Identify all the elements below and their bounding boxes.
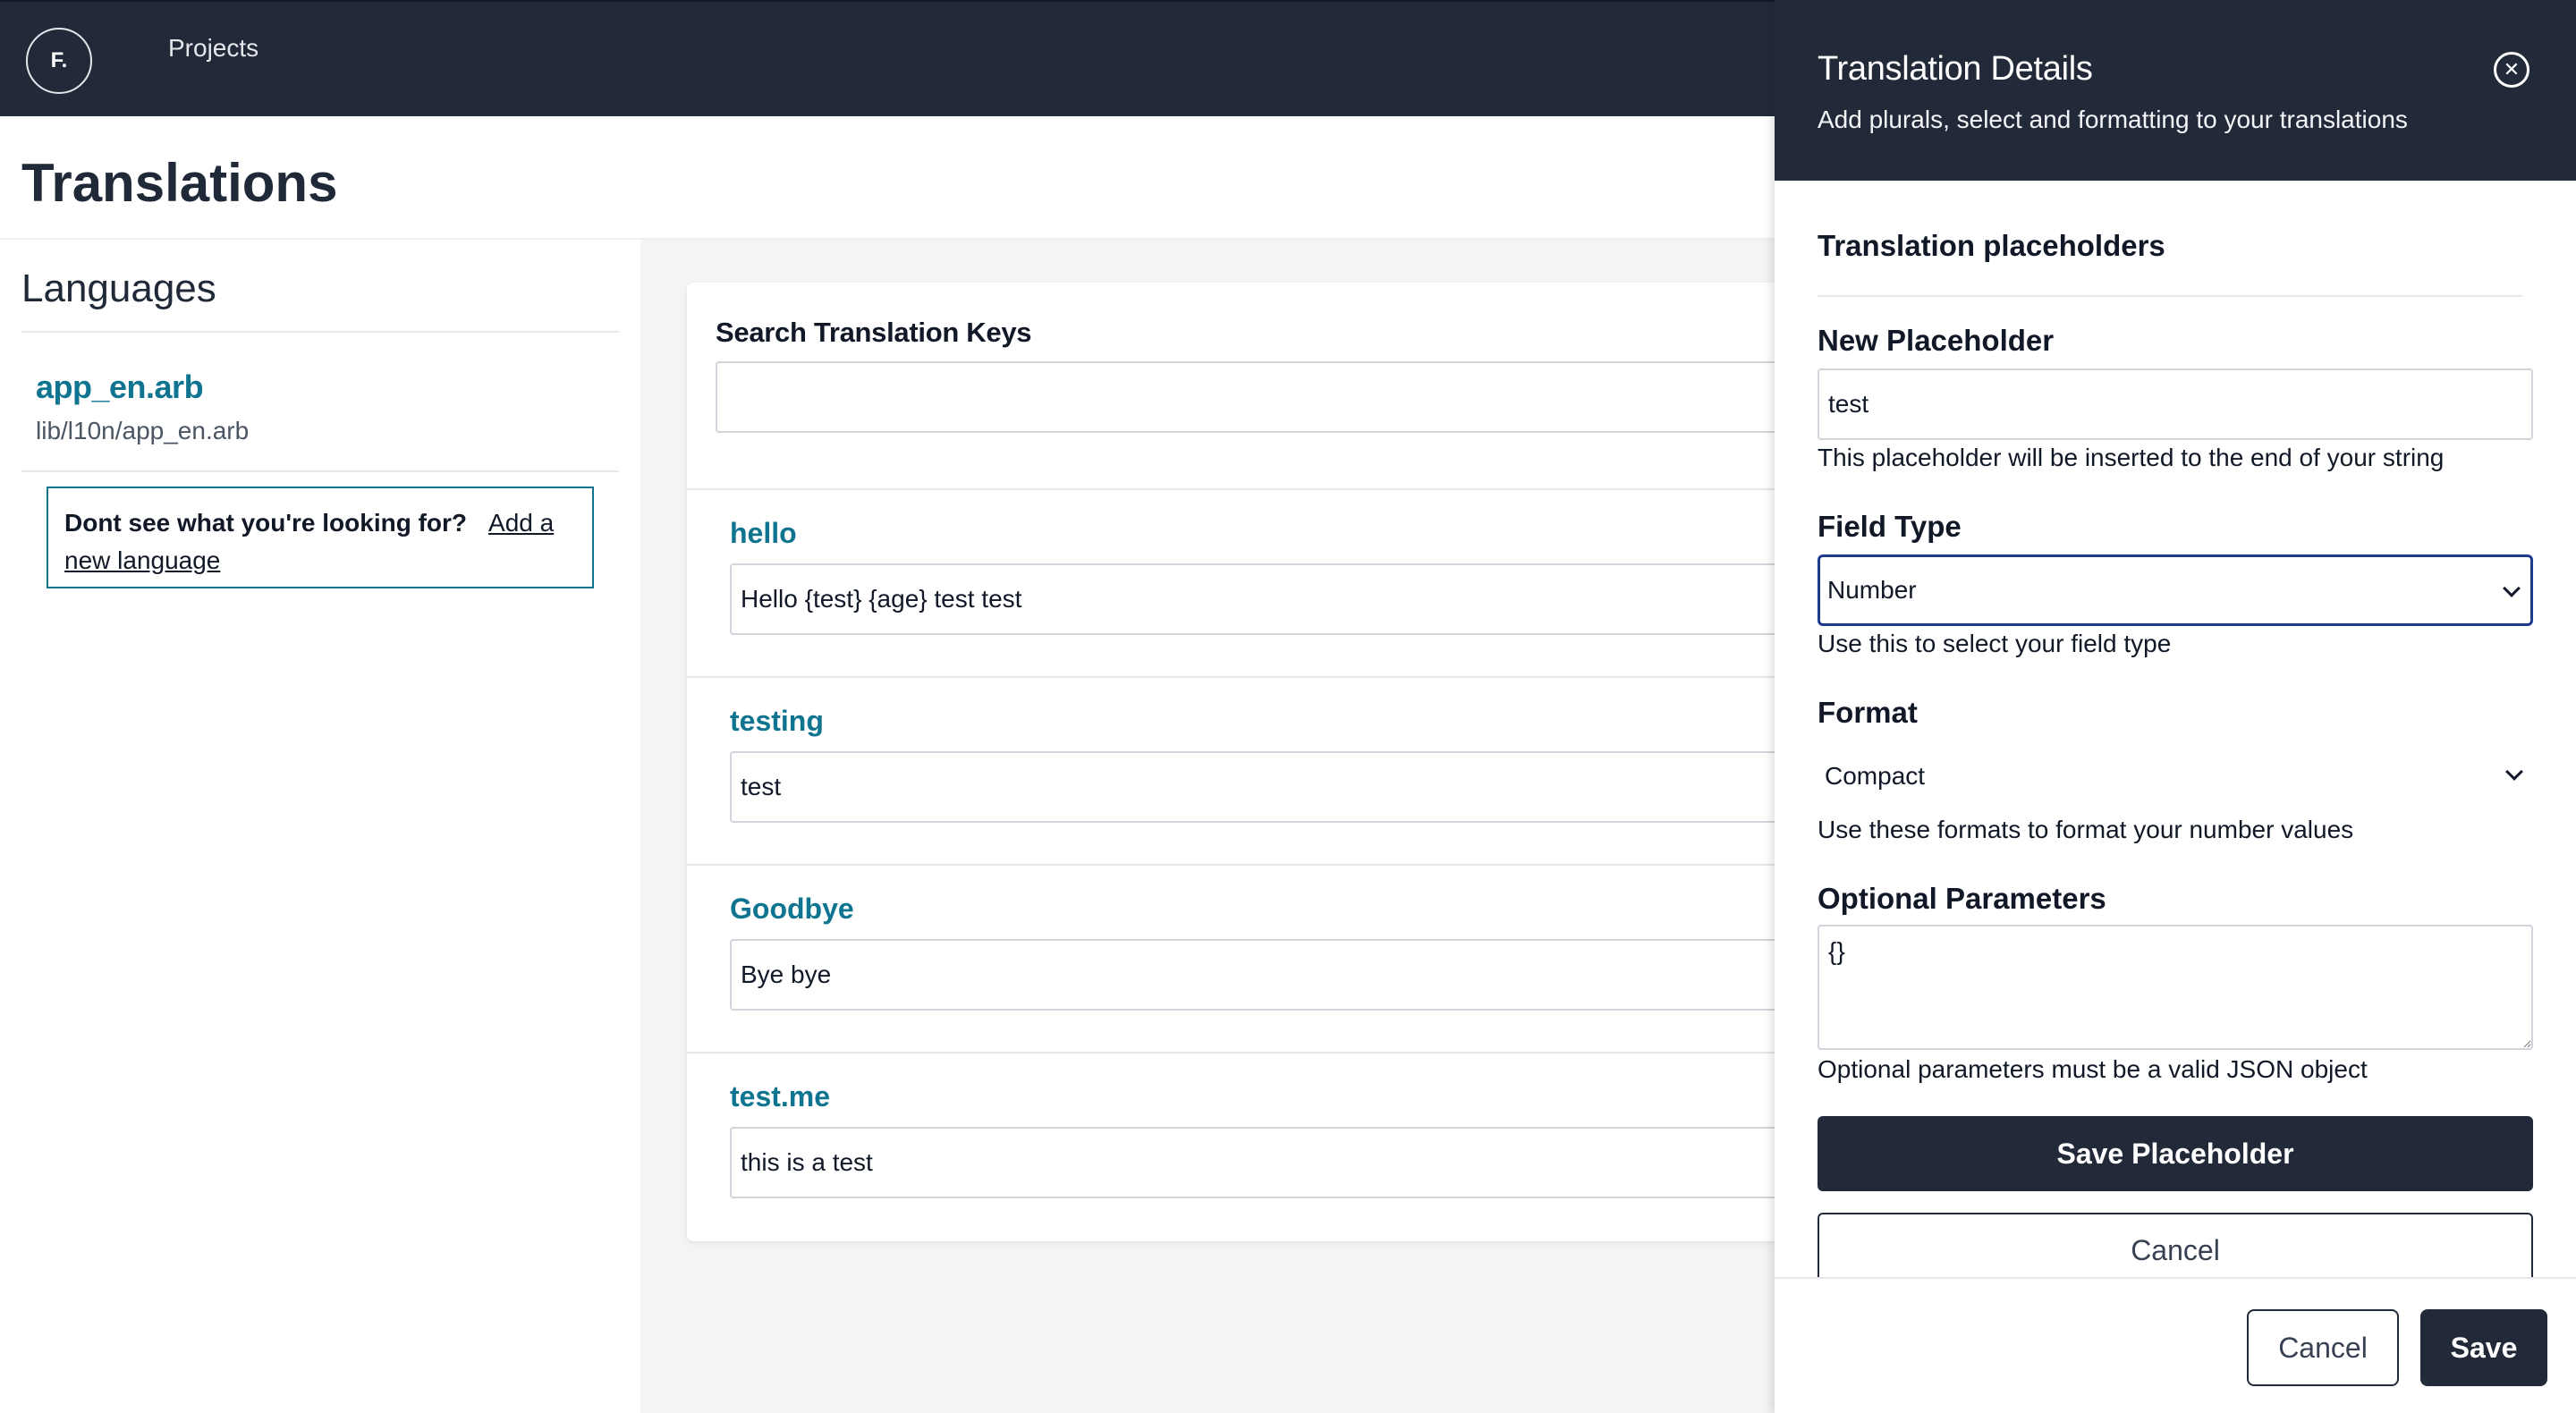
add-language-callout: Dont see what you're looking for? Add a n…: [47, 487, 594, 588]
translations-card: Search Translation Keys hello Hello {tes…: [687, 283, 1775, 1241]
translation-value-input[interactable]: Bye bye: [730, 939, 1775, 1011]
main-content: Search Translation Keys hello Hello {tes…: [640, 240, 1775, 1413]
sidebar-title: Languages: [21, 267, 216, 310]
page-title: Translations: [21, 153, 338, 213]
format-label: Format: [1818, 696, 1918, 729]
divider: [687, 864, 1775, 866]
optional-parameters-textarea[interactable]: {}: [1818, 925, 2533, 1050]
field-type-select[interactable]: Number: [1818, 554, 2533, 626]
panel-footer: Cancel Save: [1775, 1277, 2576, 1413]
panel-subtitle: Add plurals, select and formatting to yo…: [1818, 106, 2408, 133]
logo[interactable]: F.: [26, 28, 92, 94]
new-placeholder-input[interactable]: [1818, 368, 2533, 440]
divider: [21, 331, 619, 333]
search-input[interactable]: [716, 361, 1775, 433]
cancel-button[interactable]: Cancel: [2247, 1309, 2399, 1386]
format-help: Use these formats to format your number …: [1818, 816, 2354, 843]
page-header: Translations: [0, 116, 1775, 240]
chevron-down-icon: [2503, 580, 2521, 597]
search-label: Search Translation Keys: [716, 317, 1032, 348]
translation-value-input[interactable]: test: [730, 751, 1775, 823]
format-select[interactable]: Compact: [1818, 740, 2533, 812]
format-value: Compact: [1825, 762, 1926, 790]
top-navbar: F. Projects: [0, 0, 1775, 116]
panel-header: Translation Details Add plurals, select …: [1775, 0, 2576, 181]
add-language-question: Dont see what you're looking for?: [64, 509, 468, 537]
divider: [687, 488, 1775, 490]
field-type-label: Field Type: [1818, 510, 1962, 543]
translation-key-label: hello: [730, 517, 797, 549]
translation-key-label: testing: [730, 705, 824, 737]
translation-details-panel: Translation Details Add plurals, select …: [1775, 0, 2576, 1413]
divider: [687, 1052, 1775, 1053]
close-icon[interactable]: ✕: [2494, 52, 2529, 88]
new-placeholder-label: New Placeholder: [1818, 324, 2055, 357]
translation-value-input[interactable]: this is a test: [730, 1127, 1775, 1198]
divider: [21, 470, 619, 472]
language-item-name[interactable]: app_en.arb: [36, 368, 204, 406]
optional-parameters-help: Optional parameters must be a valid JSON…: [1818, 1055, 2368, 1083]
language-item-path: lib/l10n/app_en.arb: [36, 417, 250, 444]
optional-parameters-label: Optional Parameters: [1818, 882, 2106, 915]
save-placeholder-button[interactable]: Save Placeholder: [1818, 1116, 2533, 1191]
translation-value-input[interactable]: Hello {test} {age} test test: [730, 563, 1775, 635]
nav-link-projects[interactable]: Projects: [168, 34, 258, 63]
translation-key-label: Goodbye: [730, 893, 854, 925]
divider: [687, 676, 1775, 678]
save-button[interactable]: Save: [2420, 1309, 2547, 1386]
chevron-down-icon: [2505, 763, 2523, 781]
panel-title: Translation Details: [1818, 50, 2093, 88]
translation-key-label: test.me: [730, 1080, 831, 1113]
divider: [1818, 295, 2522, 297]
field-type-value: Number: [1827, 576, 1917, 604]
field-type-help: Use this to select your field type: [1818, 630, 2172, 657]
languages-sidebar: Languages app_en.arb lib/l10n/app_en.arb…: [0, 240, 640, 1413]
section-title: Translation placeholders: [1818, 229, 2165, 262]
new-placeholder-help: This placeholder will be inserted to the…: [1818, 444, 2445, 471]
